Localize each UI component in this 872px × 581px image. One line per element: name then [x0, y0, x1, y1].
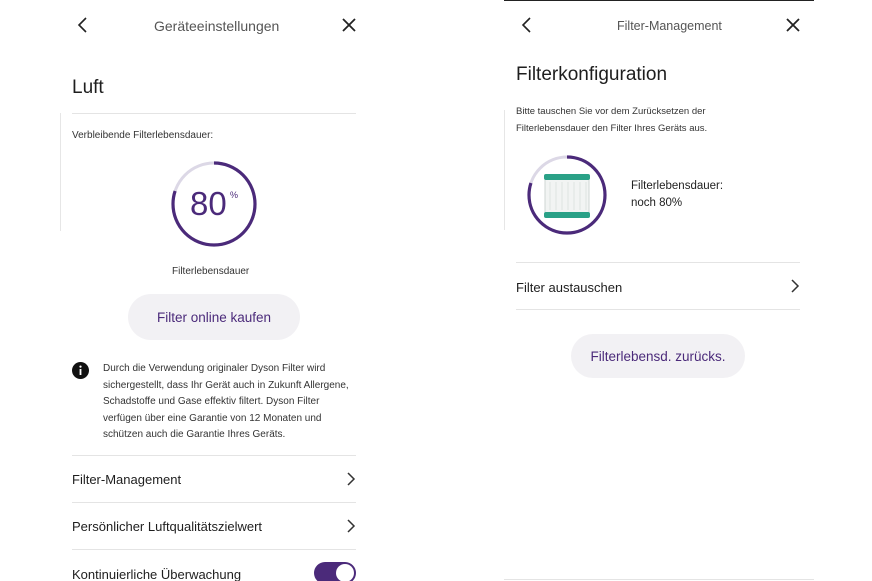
- monitoring-toggle[interactable]: [314, 562, 356, 581]
- filter-cartridge-icon: [544, 174, 590, 218]
- header-title: Filter-Management: [617, 19, 722, 33]
- instruction-text: Bitte tauschen Sie vor dem Zurücksetzen …: [516, 106, 708, 134]
- divider: [516, 309, 800, 310]
- toggle-knob: [336, 564, 354, 581]
- reset-filter-life-button[interactable]: Filterlebensd. zurücks.: [571, 334, 745, 378]
- section-title: Filterkonfiguration: [516, 64, 668, 85]
- device-settings-screen: Geräteeinstellungen Luft Verbleibende Fi…: [60, 0, 370, 581]
- filter-life-label: Filterlebensdauer:: [631, 180, 724, 192]
- row-label: Filter austauschen: [516, 280, 623, 295]
- close-icon: [786, 18, 800, 32]
- row-air-quality-target[interactable]: Persönlicher Luftqualitätszielwert: [72, 503, 356, 549]
- close-button[interactable]: [338, 14, 360, 36]
- row-continuous-monitoring: Kontinuierliche Überwachung: [72, 550, 356, 581]
- close-icon: [342, 18, 356, 32]
- filter-life-ring: [527, 155, 607, 235]
- row-filter-management[interactable]: Filter-Management: [72, 456, 356, 502]
- bottom-divider: [504, 579, 814, 580]
- panel-edge: [504, 110, 505, 230]
- close-button[interactable]: [782, 14, 804, 36]
- row-label: Filter-Management: [72, 472, 182, 487]
- gauge-value: 80: [190, 185, 227, 222]
- top-edge: [504, 0, 814, 1]
- chevron-right-icon: [347, 519, 356, 533]
- gauge-unit: %: [230, 190, 239, 200]
- chevron-right-icon: [791, 279, 800, 293]
- info-icon: [72, 362, 89, 379]
- row-label: Kontinuierliche Überwachung: [72, 567, 242, 581]
- gauge-caption: Filterlebensdauer: [172, 266, 250, 277]
- chevron-left-icon: [77, 17, 87, 33]
- divider: [72, 113, 356, 114]
- info-text: Durch die Verwendung originaler Dyson Fi…: [103, 363, 349, 440]
- chevron-right-icon: [347, 472, 356, 486]
- chevron-left-icon: [521, 17, 531, 33]
- panel-edge: [60, 113, 61, 231]
- back-button[interactable]: [72, 14, 94, 36]
- back-button[interactable]: [516, 14, 538, 36]
- row-label: Persönlicher Luftqualitätszielwert: [72, 519, 263, 534]
- header-title: Geräteeinstellungen: [154, 18, 280, 34]
- buy-filter-button[interactable]: Filter online kaufen: [128, 294, 300, 340]
- remaining-life-label: Verbleibende Filterlebensdauer:: [72, 130, 214, 141]
- section-title: Luft: [72, 77, 104, 98]
- filter-management-screen: Filter-Management Filterkonfiguration Bi…: [504, 0, 814, 581]
- filter-life-value: noch 80%: [631, 197, 683, 209]
- row-replace-filter[interactable]: Filter austauschen: [516, 263, 800, 309]
